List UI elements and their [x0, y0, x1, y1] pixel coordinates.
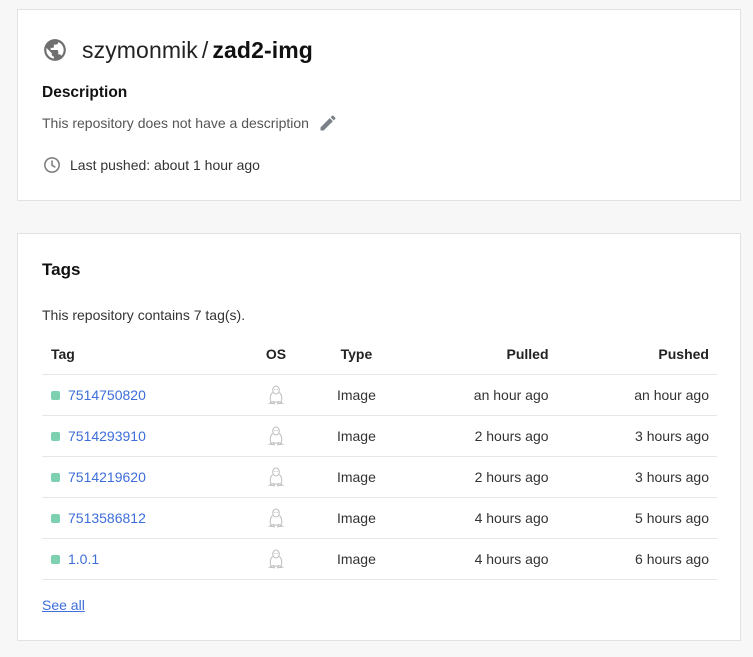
description-heading: Description: [42, 84, 128, 101]
repository-owner[interactable]: szymonmik: [82, 37, 198, 63]
repository-header: szymonmik / zad2-img: [42, 37, 313, 63]
table-row: 7514750820 Image an hour ago an hour ago: [42, 374, 717, 416]
tags-card: Tags This repository contains 7 tag(s). …: [17, 233, 741, 641]
tag-link[interactable]: 7513586812: [68, 510, 146, 526]
pulled-cell: 2 hours ago: [407, 415, 549, 457]
clock-icon: [42, 155, 62, 175]
pushed-cell: 6 hours ago: [548, 538, 717, 580]
tags-count-text: This repository contains 7 tag(s).: [42, 307, 246, 323]
see-all-link[interactable]: See all: [42, 597, 85, 613]
column-header-os: OS: [246, 334, 306, 375]
pulled-cell: 4 hours ago: [407, 497, 549, 539]
tags-heading: Tags: [42, 260, 81, 279]
tags-table: Tag OS Type Pulled Pushed 7514750820 Ima…: [42, 334, 717, 580]
last-pushed-row: Last pushed: about 1 hour ago: [42, 155, 260, 175]
pushed-cell: an hour ago: [548, 374, 717, 416]
pulled-cell: 4 hours ago: [407, 538, 549, 580]
repository-title: szymonmik / zad2-img: [82, 37, 313, 63]
tag-link[interactable]: 7514219620: [68, 469, 146, 485]
type-cell: Image: [305, 497, 408, 539]
column-header-tag: Tag: [42, 334, 247, 375]
description-row: This repository does not have a descript…: [42, 113, 338, 133]
column-header-pushed: Pushed: [548, 334, 717, 375]
pencil-icon[interactable]: [318, 113, 338, 133]
repository-info-card: szymonmik / zad2-img Description This repo…: [17, 9, 741, 201]
status-dot: [51, 554, 60, 564]
pushed-cell: 3 hours ago: [548, 456, 717, 498]
tags-table-header: Tag OS Type Pulled Pushed: [42, 334, 717, 375]
pulled-cell: an hour ago: [407, 374, 549, 416]
column-header-type: Type: [305, 334, 408, 375]
status-dot: [51, 390, 60, 400]
linux-icon: [267, 426, 285, 446]
linux-icon: [267, 467, 285, 487]
pushed-cell: 3 hours ago: [548, 415, 717, 457]
repository-separator: /: [201, 37, 209, 63]
type-cell: Image: [305, 415, 408, 457]
last-pushed-text: Last pushed: about 1 hour ago: [70, 157, 260, 173]
table-row: 7513586812 Image 4 hours ago 5 hours ago: [42, 497, 717, 539]
linux-icon: [267, 385, 285, 405]
table-row: 1.0.1 Image 4 hours ago 6 hours ago: [42, 538, 717, 580]
table-row: 7514219620 Image 2 hours ago 3 hours ago: [42, 456, 717, 498]
globe-icon: [42, 37, 68, 63]
linux-icon: [267, 549, 285, 569]
status-dot: [51, 472, 60, 482]
repository-name: zad2-img: [212, 37, 313, 63]
type-cell: Image: [305, 374, 408, 416]
linux-icon: [267, 508, 285, 528]
table-row: 7514293910 Image 2 hours ago 3 hours ago: [42, 415, 717, 457]
pushed-cell: 5 hours ago: [548, 497, 717, 539]
tag-link[interactable]: 7514750820: [68, 387, 146, 403]
tag-link[interactable]: 1.0.1: [68, 551, 99, 567]
type-cell: Image: [305, 538, 408, 580]
tag-link[interactable]: 7514293910: [68, 428, 146, 444]
pulled-cell: 2 hours ago: [407, 456, 549, 498]
description-text: This repository does not have a descript…: [42, 115, 309, 131]
column-header-pulled: Pulled: [407, 334, 549, 375]
status-dot: [51, 431, 60, 441]
status-dot: [51, 513, 60, 523]
type-cell: Image: [305, 456, 408, 498]
